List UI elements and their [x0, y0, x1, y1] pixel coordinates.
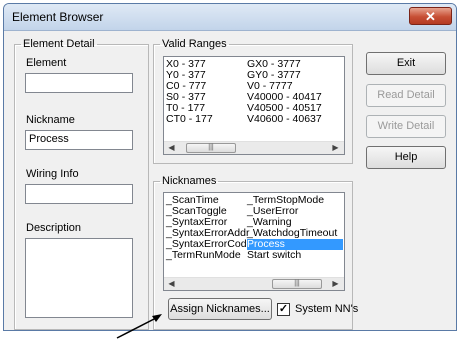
annotation-arrow-icon [116, 314, 162, 339]
